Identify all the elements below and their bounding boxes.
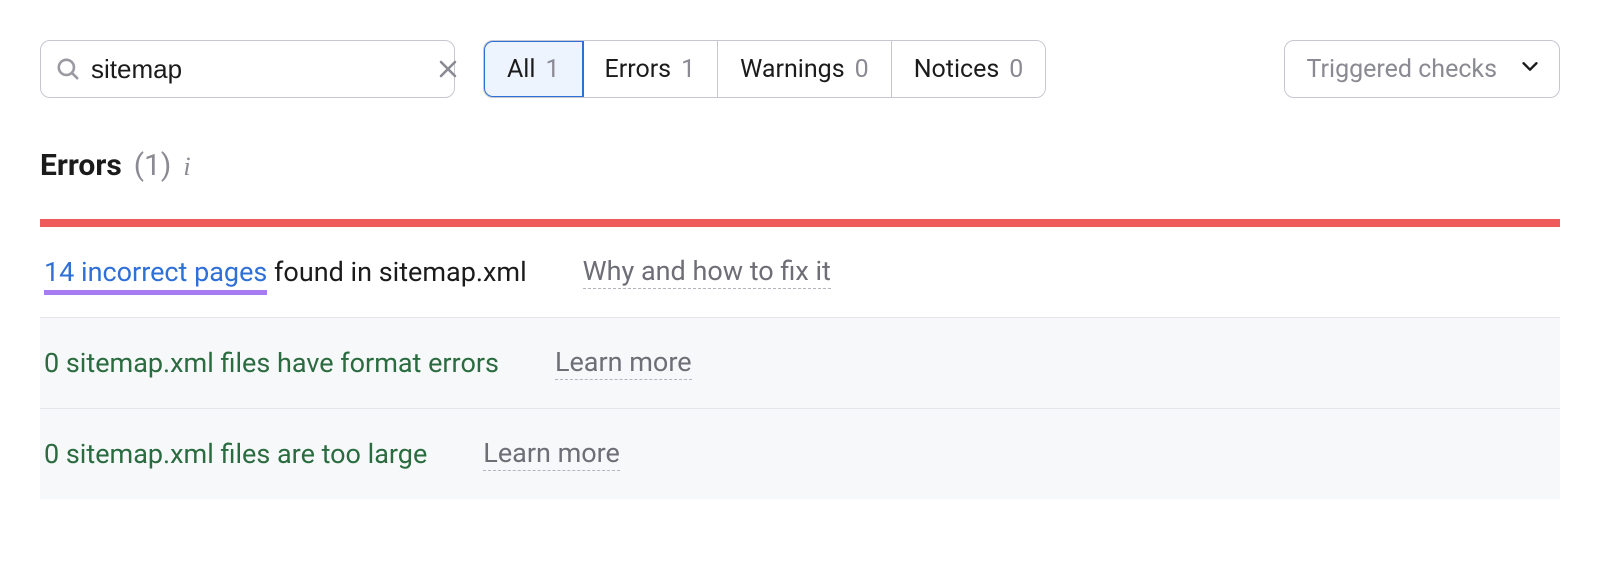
- tab-count: 0: [855, 55, 869, 84]
- clear-icon[interactable]: [436, 57, 460, 81]
- tab-all[interactable]: All 1: [483, 40, 584, 98]
- tab-label: Errors: [605, 55, 672, 84]
- section-title: Errors: [40, 148, 122, 183]
- tab-label: All: [507, 55, 535, 84]
- issue-link[interactable]: 14 incorrect pages: [44, 256, 267, 295]
- issue-row: 0 sitemap.xml files are too large Learn …: [40, 408, 1560, 499]
- issue-text: 0 sitemap.xml files are too large: [44, 438, 427, 470]
- hint-link[interactable]: Learn more: [555, 346, 692, 380]
- tab-errors[interactable]: Errors 1: [583, 41, 719, 97]
- issue-text: 14 incorrect pages found in sitemap.xml: [44, 256, 527, 288]
- search-icon: [55, 56, 81, 82]
- search-input[interactable]: [91, 54, 426, 85]
- hint-link[interactable]: Learn more: [483, 437, 620, 471]
- issue-row: 0 sitemap.xml files have format errors L…: [40, 317, 1560, 408]
- section-header-errors: Errors (1) i: [40, 148, 1560, 219]
- tab-count: 0: [1009, 55, 1023, 84]
- tab-label: Warnings: [740, 55, 844, 84]
- dropdown-label: Triggered checks: [1307, 55, 1497, 84]
- hint-link[interactable]: Why and how to fix it: [583, 255, 831, 289]
- tab-notices[interactable]: Notices 0: [892, 41, 1046, 97]
- tab-warnings[interactable]: Warnings 0: [718, 41, 892, 97]
- tab-label: Notices: [914, 55, 1000, 84]
- issue-row: 14 incorrect pages found in sitemap.xml …: [40, 227, 1560, 317]
- errors-divider: [40, 219, 1560, 227]
- section-count: (1): [134, 148, 172, 183]
- tab-count: 1: [681, 55, 695, 84]
- search-input-wrap[interactable]: [40, 40, 455, 98]
- issue-rest: found in sitemap.xml: [267, 256, 526, 288]
- info-icon[interactable]: i: [183, 152, 190, 182]
- issue-text: 0 sitemap.xml files have format errors: [44, 347, 499, 379]
- filter-tabs: All 1 Errors 1 Warnings 0 Notices 0: [483, 40, 1046, 98]
- chevron-down-icon: [1519, 55, 1541, 84]
- triggered-checks-dropdown[interactable]: Triggered checks: [1284, 40, 1560, 98]
- tab-count: 1: [545, 55, 559, 84]
- toolbar: All 1 Errors 1 Warnings 0 Notices 0 Trig…: [40, 40, 1560, 98]
